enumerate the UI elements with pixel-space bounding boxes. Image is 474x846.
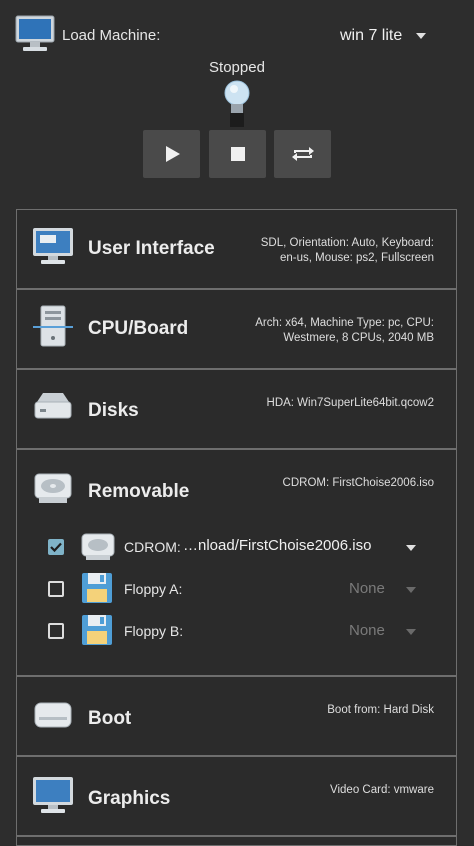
check-icon (50, 542, 62, 553)
floppy-a-label: Floppy A: (124, 581, 183, 597)
play-button[interactable] (143, 130, 200, 178)
section-cpu-board[interactable]: CPU/Board Arch: x64, Machine Type: pc, C… (16, 289, 457, 369)
floppy-a-checkbox[interactable] (48, 581, 64, 597)
floppy-a-row: Floppy A: None (17, 571, 458, 607)
cd-drive-icon (34, 473, 72, 503)
lightbulb-icon (224, 80, 250, 127)
summary-line: Westmere, 8 CPUs, 2040 MB (283, 332, 434, 344)
section-title: Boot (88, 708, 132, 729)
cdrom-checkbox[interactable] (48, 539, 64, 555)
section-title: Graphics (88, 788, 171, 809)
section-title: User Interface (88, 238, 215, 259)
section-summary: Arch: x64, Machine Type: pc, CPU: Westme… (255, 316, 434, 346)
section-title: Removable (88, 481, 190, 502)
chevron-down-icon[interactable] (406, 587, 416, 593)
section-boot[interactable]: Boot Boot from: Hard Disk (16, 676, 457, 756)
floppy-icon (82, 573, 112, 603)
computer-tower-icon (33, 305, 73, 347)
section-summary: HDA: Win7SuperLite64bit.qcow2 (266, 397, 434, 409)
cdrom-row: CDROM: …nload/FirstChoise2006.iso (17, 528, 458, 564)
summary-line: Arch: x64, Machine Type: pc, CPU: (255, 317, 434, 329)
cd-drive-icon (81, 533, 115, 560)
play-icon (165, 146, 180, 162)
summary-line: SDL, Orientation: Auto, Keyboard: (260, 237, 434, 249)
machine-select[interactable]: win 7 lite (340, 22, 427, 50)
section-summary: Video Card: vmware (330, 784, 434, 796)
floppy-b-row: Floppy B: None (17, 613, 458, 649)
monitor-icon (33, 777, 73, 813)
floppy-b-select-value[interactable]: None (349, 622, 385, 639)
section-summary: Boot from: Hard Disk (327, 704, 434, 716)
floppy-b-label: Floppy B: (124, 623, 184, 639)
section-graphics[interactable]: Graphics Video Card: vmware (16, 756, 457, 836)
cdrom-label: CDROM: (124, 539, 181, 555)
section-summary: SDL, Orientation: Auto, Keyboard: en-us,… (261, 236, 434, 266)
floppy-a-select-value[interactable]: None (349, 580, 385, 597)
cdrom-select-value[interactable]: …nload/FirstChoise2006.iso (183, 537, 371, 554)
summary-line: en-us, Mouse: ps2, Fullscreen (279, 252, 434, 264)
section-removable[interactable]: Removable CDROM: FirstChoise2006.iso CDR… (16, 449, 457, 676)
chevron-down-icon[interactable] (406, 545, 416, 551)
section-title: CPU/Board (88, 318, 189, 339)
machine-select-value: win 7 lite (340, 27, 403, 44)
restart-button[interactable] (274, 130, 331, 178)
stop-button[interactable] (209, 130, 266, 178)
chevron-down-icon[interactable] (406, 629, 416, 635)
section-user-interface[interactable]: User Interface SDL, Orientation: Auto, K… (16, 209, 457, 289)
section-disks[interactable]: Disks HDA: Win7SuperLite64bit.qcow2 (16, 369, 457, 449)
machine-status: Stopped (209, 59, 265, 76)
floppy-icon (82, 615, 112, 645)
monitor-icon (15, 15, 55, 51)
stop-icon (230, 147, 245, 161)
monitor-icon (33, 228, 73, 264)
section-summary: CDROM: FirstChoise2006.iso (282, 477, 434, 489)
restart-icon (291, 147, 314, 161)
section-next[interactable] (16, 836, 457, 846)
load-machine-label: Load Machine: (62, 27, 161, 44)
chevron-down-icon (416, 33, 427, 39)
section-title: Disks (88, 400, 139, 421)
drive-icon (34, 702, 72, 728)
floppy-b-checkbox[interactable] (48, 623, 64, 639)
hard-disk-icon (34, 393, 72, 419)
